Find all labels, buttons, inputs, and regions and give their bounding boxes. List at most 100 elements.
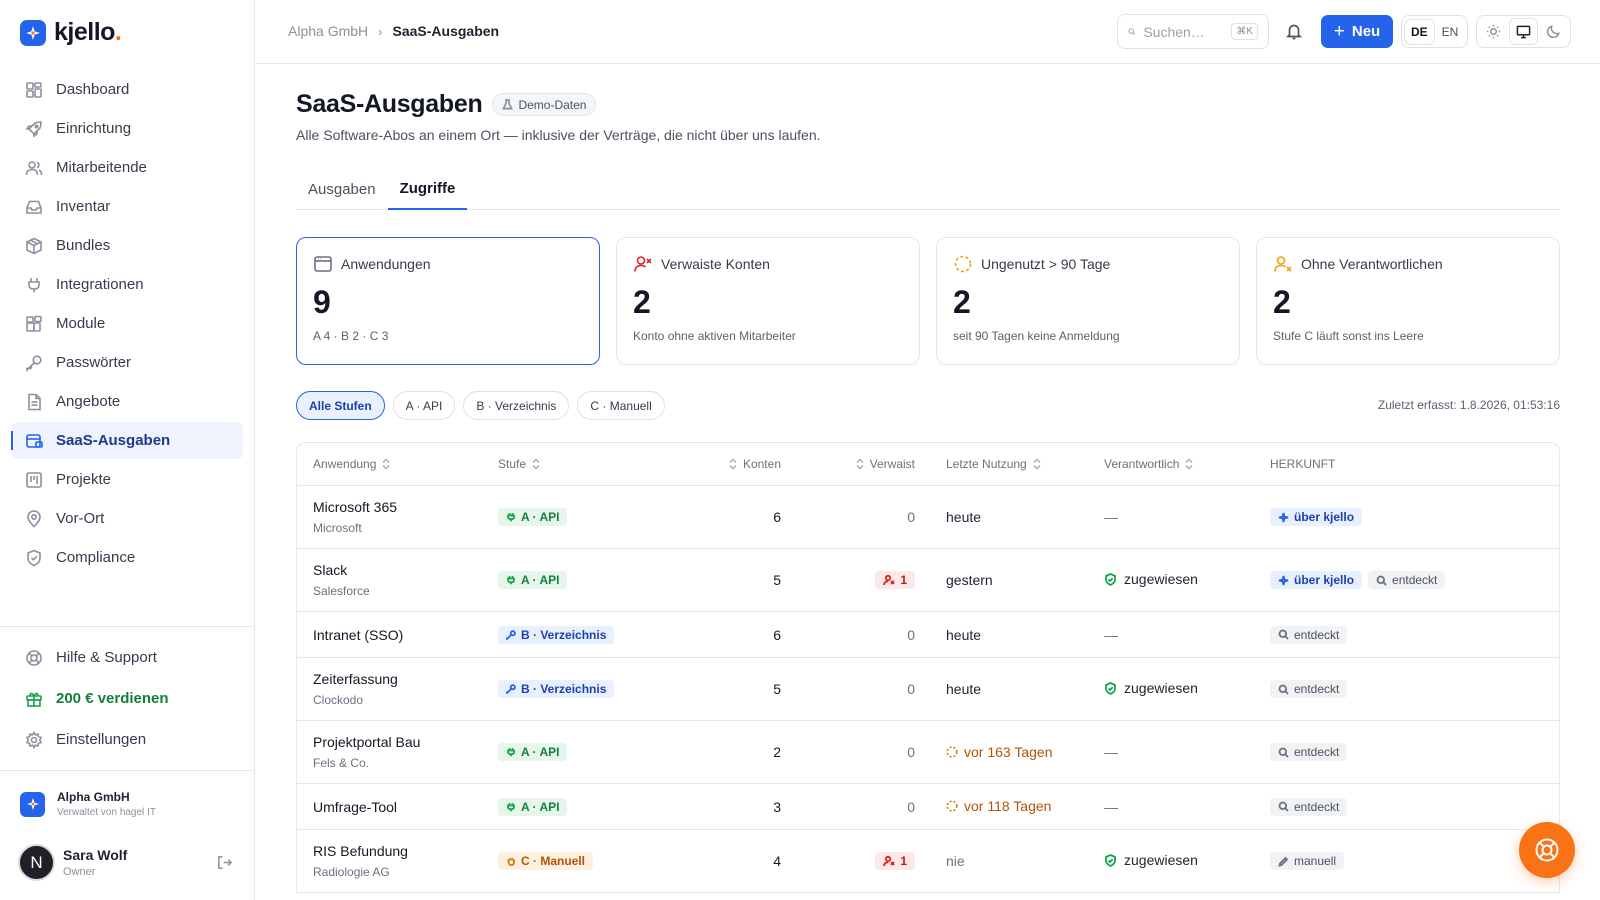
stat-card-applications[interactable]: Anwendungen 9 A 4 · B 2 · C 3 — [296, 237, 600, 365]
theme-dark[interactable] — [1540, 19, 1567, 44]
search-input[interactable] — [1143, 23, 1224, 40]
table-row[interactable]: Zeiterfassung Clockodo B · Verzeichnis 5… — [297, 658, 1559, 721]
breadcrumb-org[interactable]: Alpha GmbH — [288, 23, 368, 39]
source-badge: entdeckt — [1270, 797, 1348, 816]
page-subtitle: Alle Software-Abos an einem Ort — inklus… — [296, 127, 821, 143]
stat-card-orphaned-accounts[interactable]: Verwaiste Konten 2 Konto ohne aktiven Mi… — [616, 237, 920, 365]
search-icon — [1376, 575, 1387, 586]
filter-tier-b[interactable]: B · Verzeichnis — [463, 391, 570, 420]
sidebar-item-bundles[interactable]: Bundles — [12, 227, 243, 264]
sort-icon — [729, 458, 737, 470]
sidebar-item-dashboard[interactable]: Dashboard — [12, 71, 243, 108]
table-header: Anwendung Stufe Konten Verwaist Letzte N… — [297, 443, 1559, 486]
theme-system[interactable] — [1510, 19, 1537, 44]
org-switcher[interactable]: Alpha GmbH Verwaltet von hagel IT — [20, 790, 156, 818]
sidebar-item-referral[interactable]: 200 € verdienen — [12, 679, 243, 718]
tier-cell: A · API — [485, 508, 681, 526]
search-box[interactable]: ⌘K — [1117, 14, 1269, 49]
sidebar-item-mitarbeitende[interactable]: Mitarbeitende — [12, 149, 243, 186]
sidebar-item-help[interactable]: Hilfe & Support — [12, 638, 243, 677]
search-icon — [1278, 684, 1289, 695]
app-vendor: Microsoft — [313, 521, 362, 535]
sidebar-item-passwoerter[interactable]: Passwörter — [12, 344, 243, 381]
sort-icon — [1185, 458, 1193, 470]
new-button-label: Neu — [1351, 23, 1381, 40]
search-icon — [1278, 801, 1289, 812]
owner-assigned[interactable]: zugewiesen — [1104, 852, 1198, 868]
language-de[interactable]: DE — [1405, 19, 1434, 44]
sidebar-item-projekte[interactable]: Projekte — [12, 461, 243, 498]
accounts-count: 3 — [773, 798, 781, 815]
sidebar-item-settings[interactable]: Einstellungen — [12, 720, 243, 759]
orphaned-cell: 0 — [781, 509, 915, 525]
orphaned-count: 0 — [907, 509, 915, 525]
org-managed-by: Verwaltet von hagel IT — [57, 807, 156, 818]
logo[interactable]: kjello. — [20, 18, 122, 47]
tab-ausgaben[interactable]: Ausgaben — [296, 168, 388, 210]
owner-assigned[interactable]: zugewiesen — [1104, 680, 1198, 696]
stat-card-note: Stufe C läuft sonst ins Leere — [1273, 329, 1424, 343]
column-header-verantwortlich[interactable]: Verantwortlich — [1094, 457, 1266, 471]
kanban-icon — [26, 471, 42, 488]
sidebar-item-saas-ausgaben[interactable]: SaaS-Ausgaben — [11, 422, 243, 459]
moon-icon — [1546, 25, 1560, 39]
stat-card-value: 2 — [633, 284, 651, 320]
org-name: Alpha GmbH — [57, 790, 130, 804]
table-row[interactable]: Projektportal Bau Fels & Co. A · API 2 0… — [297, 721, 1559, 784]
stat-card-label: Verwaiste Konten — [661, 256, 770, 272]
last-used-cell: nie — [915, 853, 1094, 869]
column-header-verwaist[interactable]: Verwaist — [781, 457, 915, 471]
notifications-button[interactable] — [1285, 22, 1303, 45]
app-cell: Microsoft 365 Microsoft — [297, 499, 485, 535]
orphaned-cell: 1 — [781, 852, 915, 870]
column-header-letzte-nutzung[interactable]: Letzte Nutzung — [915, 457, 1094, 471]
app-name: Projektportal Bau — [313, 734, 421, 750]
filter-all-tiers[interactable]: Alle Stufen — [296, 391, 385, 420]
stat-card-value: 2 — [953, 284, 971, 320]
orphaned-count: 0 — [907, 626, 915, 643]
table-row[interactable]: RIS Befundung Radiologie AG C · Manuell … — [297, 830, 1559, 893]
filter-tier-c[interactable]: C · Manuell — [577, 391, 665, 420]
stat-card-unused-90-days[interactable]: Ungenutzt > 90 Tage 2 seit 90 Tagen kein… — [936, 237, 1240, 365]
sidebar-item-label: Compliance — [56, 549, 136, 566]
stat-card-no-owner[interactable]: Ohne Verantwortlichen 2 Stufe C läuft so… — [1256, 237, 1560, 365]
app-name: Umfrage-Tool — [313, 798, 398, 815]
sort-icon — [856, 458, 864, 470]
column-header-anwendung[interactable]: Anwendung — [297, 457, 485, 471]
help-fab-button[interactable] — [1519, 822, 1575, 878]
sidebar-item-module[interactable]: Module — [12, 305, 243, 342]
browser-window-icon — [314, 256, 332, 272]
app-cell: Umfrage-Tool — [297, 799, 485, 815]
sidebar-item-label: Vor-Ort — [56, 510, 105, 527]
column-header-konten[interactable]: Konten — [681, 457, 781, 471]
accounts-count: 6 — [773, 509, 781, 525]
orphaned-badge: 1 — [875, 852, 915, 870]
owner-cell: — — [1094, 744, 1266, 760]
sidebar-item-inventar[interactable]: Inventar — [12, 188, 243, 225]
logout-button[interactable] — [216, 854, 233, 876]
tab-zugriffe[interactable]: Zugriffe — [387, 168, 468, 210]
users-icon — [25, 160, 43, 175]
owner-assigned[interactable]: zugewiesen — [1104, 571, 1198, 587]
new-button[interactable]: + Neu — [1321, 15, 1393, 48]
theme-light[interactable] — [1480, 19, 1507, 44]
sidebar-item-vor-ort[interactable]: Vor-Ort — [12, 500, 243, 537]
sidebar-item-integrationen[interactable]: Integrationen — [12, 266, 243, 303]
sidebar-item-einrichtung[interactable]: Einrichtung — [12, 110, 243, 147]
user-profile[interactable]: N Sara Wolf Owner — [18, 844, 233, 881]
table-row[interactable]: Intranet (SSO) B · Verzeichnis 6 0 heute… — [297, 612, 1559, 658]
table-row[interactable]: Umfrage-Tool A · API 3 0 vor 118 Tagen —… — [297, 784, 1559, 830]
table-row[interactable]: Microsoft 365 Microsoft A · API 6 0 heut… — [297, 486, 1559, 549]
app-name: Zeiterfassung — [313, 671, 398, 687]
sidebar-item-angebote[interactable]: Angebote — [12, 383, 243, 420]
table-row[interactable]: Slack Salesforce A · API 5 1 gestern zug… — [297, 549, 1559, 612]
flask-icon — [502, 99, 514, 110]
sidebar-item-compliance[interactable]: Compliance — [12, 539, 243, 576]
filter-tier-a[interactable]: A · API — [392, 391, 456, 420]
language-en[interactable]: EN — [1436, 20, 1465, 44]
app-cell: Intranet (SSO) — [297, 627, 485, 643]
blocks-icon — [26, 315, 42, 332]
column-header-stufe[interactable]: Stufe — [485, 457, 681, 471]
main-nav: Dashboard Einrichtung Mitarbeitende Inve… — [11, 71, 243, 578]
language-switch: DE EN — [1401, 15, 1469, 48]
